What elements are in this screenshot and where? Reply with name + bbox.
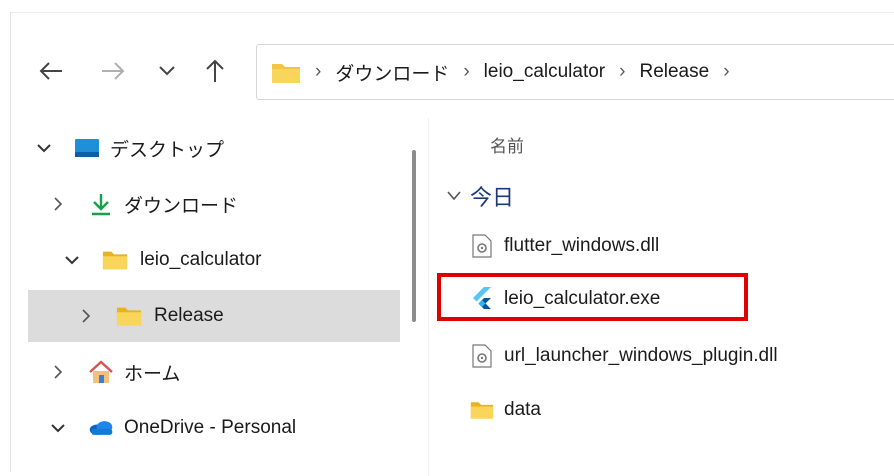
group-header-today[interactable]: 今日 xyxy=(446,180,514,212)
file-item-data-folder[interactable]: data xyxy=(470,394,541,426)
download-icon xyxy=(88,192,114,216)
chevron-down-icon[interactable] xyxy=(36,140,52,156)
group-label: 今日 xyxy=(470,185,515,210)
tree-item-home[interactable]: ホーム xyxy=(28,346,400,398)
arrow-up-icon xyxy=(206,59,224,82)
file-item-flutter-windows-dll[interactable]: flutter_windows.dll xyxy=(470,230,659,262)
chevron-right-icon[interactable] xyxy=(50,196,66,212)
arrow-left-icon xyxy=(39,62,62,80)
recent-locations-button[interactable] xyxy=(152,56,182,86)
navigation-pane: デスクトップ ダウンロード leio_calculator Release ホー… xyxy=(0,118,400,476)
up-button[interactable] xyxy=(200,56,230,86)
folder-icon xyxy=(272,64,300,83)
chevron-down-icon[interactable] xyxy=(64,252,80,268)
file-item-url-launcher-dll[interactable]: url_launcher_windows_plugin.dll xyxy=(470,340,778,372)
column-header-name[interactable]: 名前 xyxy=(490,132,524,157)
pane-divider[interactable] xyxy=(428,118,429,476)
chevron-right-icon[interactable] xyxy=(78,308,94,324)
nav-pane-scrollbar[interactable] xyxy=(412,150,416,322)
window-top-border xyxy=(10,12,894,13)
breadcrumb-downloads[interactable]: ダウンロード xyxy=(335,59,449,86)
breadcrumb-separator-icon: › xyxy=(315,61,322,82)
back-button[interactable] xyxy=(36,56,66,86)
file-name: data xyxy=(504,399,541,420)
chevron-right-icon[interactable] xyxy=(50,364,66,380)
file-name: flutter_windows.dll xyxy=(504,235,660,256)
breadcrumb-separator-icon[interactable]: › xyxy=(723,61,729,83)
tree-item-leio-calculator[interactable]: leio_calculator xyxy=(28,234,400,286)
breadcrumb-leio-calculator[interactable]: leio_calculator xyxy=(484,61,605,83)
highlight-annotation-box xyxy=(437,273,748,321)
file-name: url_launcher_windows_plugin.dll xyxy=(504,345,778,366)
tree-item-release[interactable]: Release xyxy=(28,290,400,342)
tree-item-label: OneDrive - Personal xyxy=(124,417,297,438)
dll-file-icon xyxy=(470,343,494,369)
forward-button[interactable] xyxy=(98,56,128,86)
chevron-down-icon[interactable] xyxy=(50,420,66,436)
onedrive-icon xyxy=(88,416,114,440)
breadcrumb-separator-icon: › xyxy=(463,61,470,82)
chevron-down-icon xyxy=(159,66,175,76)
tree-item-label: デスクトップ xyxy=(110,139,225,161)
tree-item-desktop[interactable]: デスクトップ xyxy=(28,122,400,174)
tree-item-label: leio_calculator xyxy=(140,249,262,270)
tree-item-onedrive[interactable]: OneDrive - Personal xyxy=(28,402,400,454)
arrow-right-icon xyxy=(102,62,125,80)
tree-item-label: Release xyxy=(154,305,224,326)
breadcrumb-release[interactable]: Release xyxy=(639,61,709,83)
tree-item-label: ホーム xyxy=(124,363,181,385)
folder-icon xyxy=(102,248,128,272)
desktop-icon xyxy=(74,136,100,160)
folder-icon xyxy=(470,397,494,423)
address-bar[interactable]: › ダウンロード › leio_calculator › Release › xyxy=(256,44,894,100)
tree-item-label: ダウンロード xyxy=(124,195,239,217)
home-icon xyxy=(88,360,114,384)
tree-item-downloads[interactable]: ダウンロード xyxy=(28,178,400,230)
chevron-down-icon xyxy=(447,191,461,201)
dll-file-icon xyxy=(470,233,494,259)
breadcrumb-separator-icon: › xyxy=(619,61,626,82)
folder-icon xyxy=(116,304,142,328)
